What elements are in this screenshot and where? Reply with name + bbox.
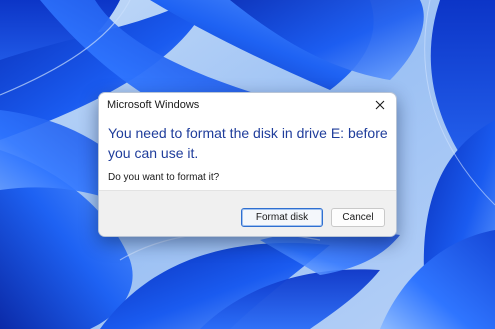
- dialog-heading: You need to format the disk in drive E: …: [108, 125, 388, 161]
- format-disk-dialog: Microsoft Windows You need to format the…: [98, 92, 397, 237]
- dialog-message: Do you want to format it?: [108, 172, 220, 183]
- dialog-content: You need to format the disk in drive E: …: [99, 117, 396, 190]
- dialog-footer: Format disk Cancel: [99, 190, 396, 236]
- close-icon: [375, 100, 385, 110]
- dialog-title: Microsoft Windows: [107, 99, 200, 111]
- close-button[interactable]: [364, 93, 396, 117]
- cancel-button[interactable]: Cancel: [331, 208, 385, 227]
- format-disk-button[interactable]: Format disk: [241, 208, 323, 227]
- dialog-titlebar[interactable]: Microsoft Windows: [99, 93, 396, 117]
